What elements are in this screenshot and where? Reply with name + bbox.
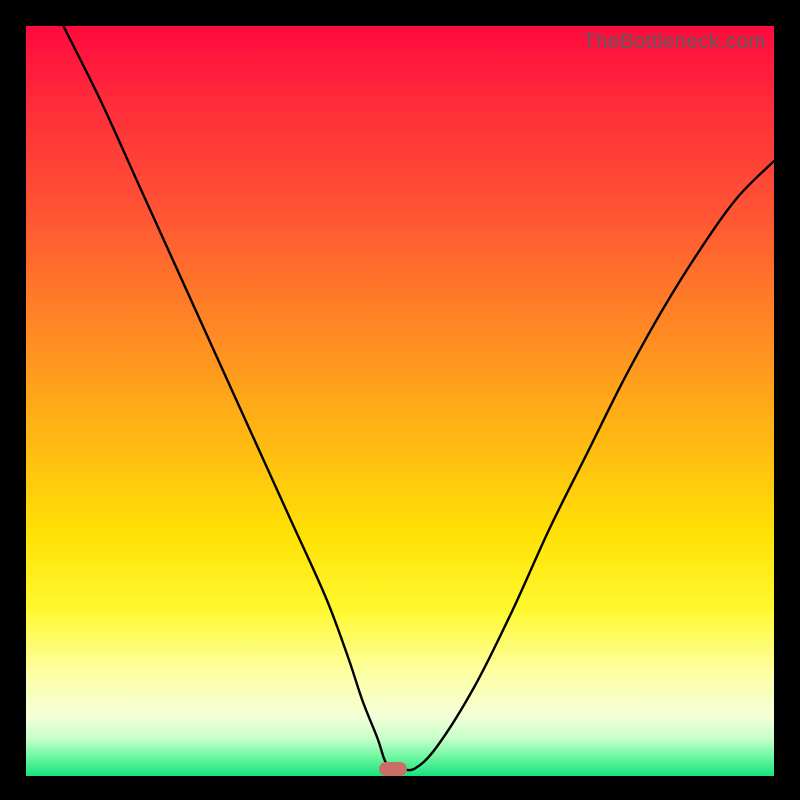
bottleneck-curve bbox=[26, 26, 774, 776]
optimum-marker bbox=[379, 762, 407, 776]
plot-area: TheBottleneck.com bbox=[26, 26, 774, 776]
watermark-text: TheBottleneck.com bbox=[583, 30, 766, 54]
chart-frame: TheBottleneck.com bbox=[0, 0, 800, 800]
